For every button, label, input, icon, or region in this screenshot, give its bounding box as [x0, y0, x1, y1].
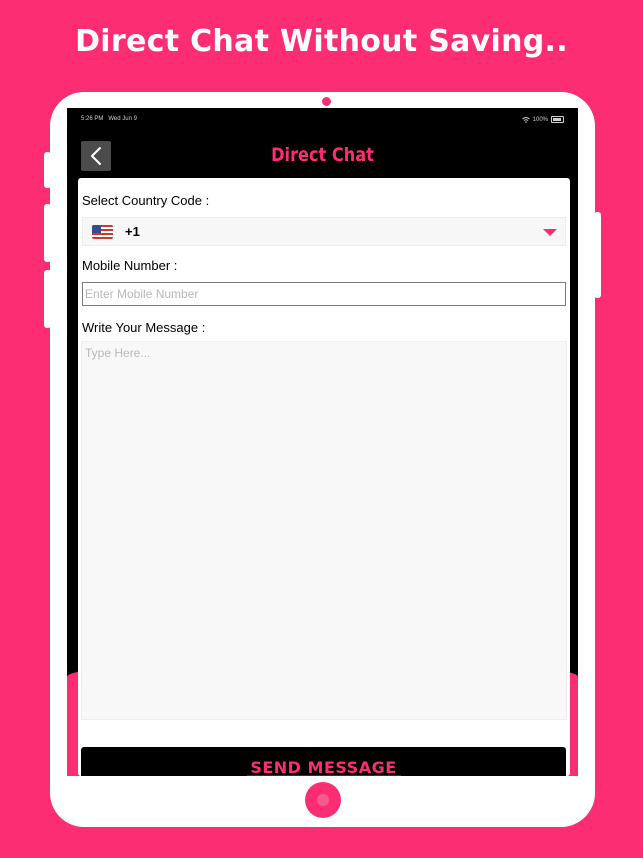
home-button[interactable]	[305, 782, 341, 818]
battery-percent: 100%	[532, 116, 548, 123]
status-date-text: Wed Jun 9	[108, 116, 137, 122]
mobile-number-label: Mobile Number :	[82, 258, 178, 273]
chevron-left-icon	[91, 147, 101, 165]
battery-icon	[551, 116, 564, 123]
tablet-frame: 5:26 PM Wed Jun 9 100% Direct Chat Selec…	[50, 92, 595, 827]
country-code-label: Select Country Code :	[82, 193, 210, 208]
country-code-value: +1	[125, 224, 140, 239]
mobile-number-input[interactable]	[82, 282, 566, 306]
status-time-text: 5:26 PM	[81, 116, 104, 122]
caret-down-icon	[543, 229, 557, 236]
wifi-icon	[521, 116, 530, 123]
send-message-button[interactable]: SEND MESSAGE	[81, 747, 566, 776]
us-flag-icon	[92, 225, 113, 239]
navigation-bar: Direct Chat	[67, 138, 578, 172]
page-title: Direct Chat	[271, 144, 374, 166]
country-code-dropdown[interactable]: +1	[82, 217, 566, 246]
form-card: Select Country Code : +1 Mobile Number :…	[78, 178, 570, 776]
status-time: 5:26 PM Wed Jun 9	[81, 116, 137, 122]
message-textarea[interactable]	[81, 341, 567, 720]
message-label: Write Your Message :	[82, 320, 206, 335]
power-button	[594, 212, 601, 298]
app-screen: 5:26 PM Wed Jun 9 100% Direct Chat Selec…	[67, 108, 578, 776]
status-right: 100%	[521, 116, 564, 123]
home-indicator	[247, 775, 401, 776]
promo-headline: Direct Chat Without Saving..	[75, 24, 568, 59]
camera	[322, 97, 331, 106]
status-bar: 5:26 PM Wed Jun 9 100%	[67, 108, 578, 130]
